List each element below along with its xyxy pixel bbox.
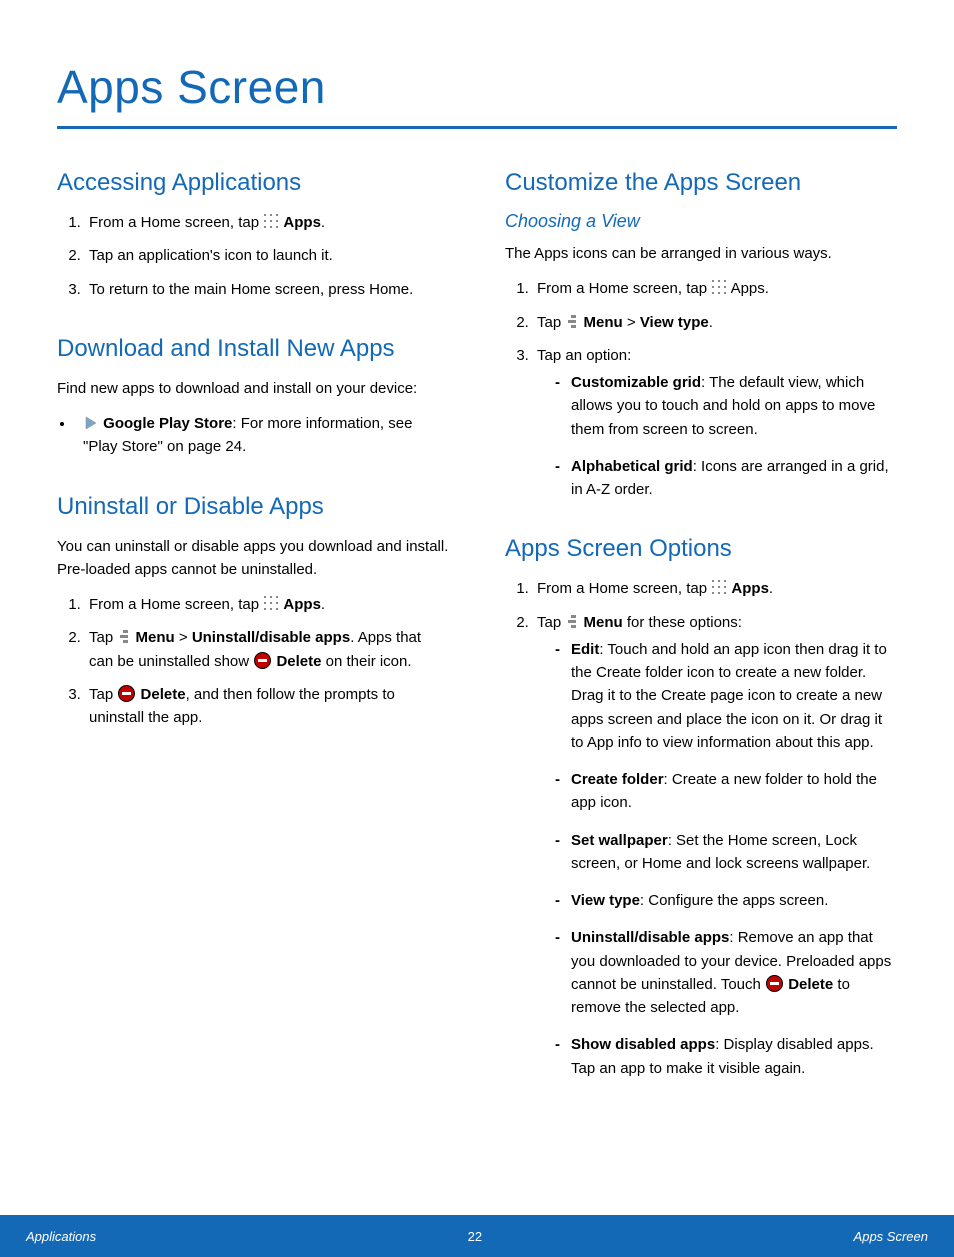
subheading-choosing-view: Choosing a View xyxy=(505,211,897,232)
step: From a Home screen, tap Apps. xyxy=(533,577,897,600)
text: From a Home screen, tap xyxy=(537,580,711,597)
customize-steps: From a Home screen, tap Apps. Tap Menu >… xyxy=(505,277,897,501)
step: Tap an option: Customizable grid: The de… xyxy=(533,344,897,502)
step: Tap Delete, and then follow the prompts … xyxy=(85,683,449,730)
text: Google Play Store xyxy=(103,415,232,432)
apps-icon xyxy=(712,580,726,594)
step: To return to the main Home screen, press… xyxy=(85,278,449,301)
text: Create folder xyxy=(571,771,664,788)
menu-options: Edit: Touch and hold an app icon then dr… xyxy=(537,638,897,1080)
apps-icon xyxy=(712,280,726,294)
text: Alphabetical grid xyxy=(571,458,693,475)
list-item: Set wallpaper: Set the Home screen, Lock… xyxy=(555,829,897,876)
delete-icon xyxy=(118,685,135,702)
play-store-icon xyxy=(84,414,98,428)
text: Customizable grid xyxy=(571,374,701,391)
text: Show disabled apps xyxy=(571,1036,715,1053)
text: > xyxy=(175,629,192,646)
list-item: View type: Configure the apps screen. xyxy=(555,889,897,912)
menu-icon xyxy=(118,630,130,644)
text: Apps. xyxy=(731,280,769,297)
text: : Configure the apps screen. xyxy=(640,892,828,909)
left-column: Accessing Applications From a Home scree… xyxy=(57,169,449,1094)
apps-icon xyxy=(264,596,278,610)
list-item: Show disabled apps: Display disabled app… xyxy=(555,1033,897,1080)
text: Edit xyxy=(571,641,599,658)
text: Tap xyxy=(537,314,565,331)
list-item: Alphabetical grid: Icons are arranged in… xyxy=(555,455,897,502)
step: Tap an application's icon to launch it. xyxy=(85,244,449,267)
text: on their icon. xyxy=(321,653,411,670)
list-item: Create folder: Create a new folder to ho… xyxy=(555,768,897,815)
page-footer: Applications 22 Apps Screen xyxy=(0,1215,954,1257)
text: Delete xyxy=(276,653,321,670)
text: Delete xyxy=(141,686,186,703)
paragraph: Find new apps to download and install on… xyxy=(57,377,449,400)
text: Uninstall/disable apps xyxy=(571,929,729,946)
text: From a Home screen, tap xyxy=(537,280,711,297)
text: From a Home screen, tap xyxy=(89,214,263,231)
text: Menu xyxy=(136,629,175,646)
text: . xyxy=(769,580,773,597)
text: Tap xyxy=(537,614,565,631)
heading-download-install: Download and Install New Apps xyxy=(57,335,449,363)
text: Tap an option: xyxy=(537,347,631,364)
step: Tap Menu > View type. xyxy=(533,311,897,334)
text: Delete xyxy=(788,976,833,993)
paragraph: You can uninstall or disable apps you do… xyxy=(57,535,449,582)
text: . xyxy=(321,596,325,613)
step: Tap Menu for these options: Edit: Touch … xyxy=(533,611,897,1080)
heading-accessing-apps: Accessing Applications xyxy=(57,169,449,197)
step: From a Home screen, tap Apps. xyxy=(533,277,897,300)
text: Apps xyxy=(731,580,769,597)
delete-icon xyxy=(254,652,271,669)
title-rule xyxy=(57,126,897,129)
uninstall-steps: From a Home screen, tap Apps. Tap Menu >… xyxy=(57,593,449,729)
text: Apps xyxy=(283,214,321,231)
text: for these options: xyxy=(623,614,742,631)
text: Tap xyxy=(89,629,117,646)
step: Tap Menu > Uninstall/disable apps. Apps … xyxy=(85,626,449,673)
text: > xyxy=(623,314,640,331)
heading-uninstall-disable: Uninstall or Disable Apps xyxy=(57,493,449,521)
text: Menu xyxy=(584,314,623,331)
footer-page-number: 22 xyxy=(468,1229,482,1244)
list-item: Edit: Touch and hold an app icon then dr… xyxy=(555,638,897,754)
list-item: Customizable grid: The default view, whi… xyxy=(555,371,897,441)
footer-right: Apps Screen xyxy=(854,1229,928,1244)
text: . xyxy=(709,314,713,331)
text: . xyxy=(321,214,325,231)
heading-customize-apps: Customize the Apps Screen xyxy=(505,169,897,197)
right-column: Customize the Apps Screen Choosing a Vie… xyxy=(505,169,897,1094)
step: From a Home screen, tap Apps. xyxy=(85,593,449,616)
text: : Touch and hold an app icon then drag i… xyxy=(571,641,887,751)
footer-left: Applications xyxy=(26,1229,96,1244)
paragraph: The Apps icons can be arranged in variou… xyxy=(505,242,897,265)
list-item: Uninstall/disable apps: Remove an app th… xyxy=(555,926,897,1019)
menu-icon xyxy=(566,615,578,629)
text: View type xyxy=(640,314,709,331)
view-options: Customizable grid: The default view, whi… xyxy=(537,371,897,501)
page-title: Apps Screen xyxy=(57,60,897,114)
text: Uninstall/disable apps xyxy=(192,629,350,646)
step: From a Home screen, tap Apps. xyxy=(85,211,449,234)
heading-apps-options: Apps Screen Options xyxy=(505,535,897,563)
download-list: Google Play Store: For more information,… xyxy=(57,412,449,459)
delete-icon xyxy=(766,975,783,992)
text: View type xyxy=(571,892,640,909)
options-steps: From a Home screen, tap Apps. Tap Menu f… xyxy=(505,577,897,1080)
text: Set wallpaper xyxy=(571,832,668,849)
text: From a Home screen, tap xyxy=(89,596,263,613)
list-item: Google Play Store: For more information,… xyxy=(75,412,449,459)
text: Menu xyxy=(584,614,623,631)
accessing-steps: From a Home screen, tap Apps. Tap an app… xyxy=(57,211,449,301)
text: Tap xyxy=(89,686,117,703)
text: Apps xyxy=(283,596,321,613)
menu-icon xyxy=(566,315,578,329)
apps-icon xyxy=(264,214,278,228)
